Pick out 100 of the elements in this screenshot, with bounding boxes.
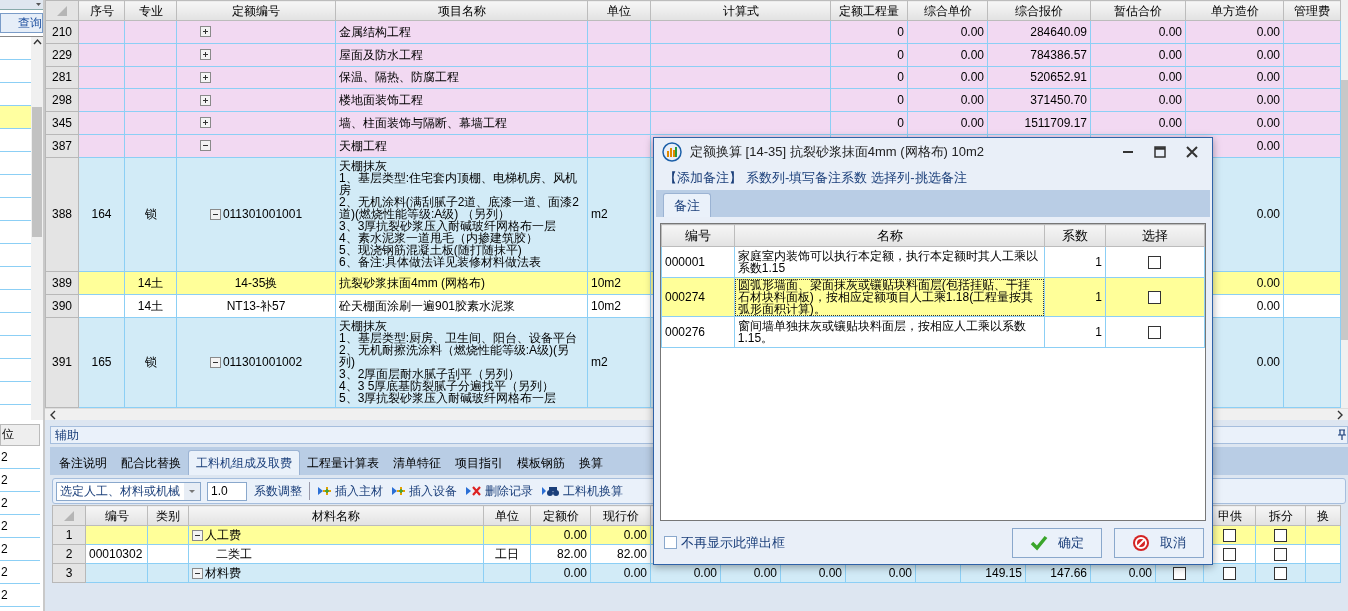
column-header[interactable]: 定额工程量 [830,0,908,21]
table-cell: 窗间墙单独抹灰或镶贴块料面层，按相应人工乘以系数1.15。 [734,316,1045,348]
tab[interactable]: 换算 [572,450,610,475]
checkbox[interactable] [1148,326,1162,340]
pin-icon[interactable] [1337,429,1347,441]
table-row[interactable]: 345 墙、柱面装饰与隔断、幕墙工程 0 0.00 1511709.17 0.00 0.00 [45,111,1341,135]
checkbox[interactable] [1274,548,1287,562]
material-name: 人工费 [205,527,241,544]
checkbox[interactable] [1173,567,1186,581]
cancel-button[interactable]: 取消 [1114,527,1204,558]
table-row[interactable]: 298 楼地面装饰工程 0 0.00 371450.70 0.00 0.00 [45,88,1341,112]
query-button[interactable]: 查询 [0,13,43,33]
checkbox-label[interactable]: 不再显示此弹出框 [681,532,785,553]
column-header[interactable]: 单位 [587,0,651,21]
checkbox[interactable] [1148,291,1162,305]
column-header[interactable]: 换 [1305,505,1341,526]
column-header[interactable]: 单方造价 [1185,0,1284,21]
table-cell: 82.00 [590,544,651,564]
checkbox[interactable] [1223,567,1236,581]
toolbar-button[interactable]: 工料机换算 [540,482,624,500]
column-header[interactable]: 选择 [1105,224,1205,247]
tab[interactable]: 工程量计算表 [300,450,386,475]
ok-button[interactable]: 确定 [1012,527,1102,558]
table-row[interactable]: 000001 家庭室内装饰可以执行本定额，执行本定额时其人工乘以系数1.15 1 [661,246,1205,278]
expand-icon[interactable] [200,117,211,129]
table-cell: 0.00 [1185,111,1284,135]
table-cell: 2 [0,515,40,538]
table-row[interactable]: 210 金属结构工程 0 0.00 284640.09 0.00 0.00 [45,20,1341,44]
checkbox[interactable] [1223,548,1236,562]
column-header[interactable]: 单位 [483,505,531,526]
checkmark-icon [1030,534,1048,551]
toolbar-link[interactable]: 系数列-填写备注系数 [746,168,868,188]
tab[interactable]: 模板钢筋 [510,450,572,475]
table-cell: 14土 [124,271,177,295]
table-cell: 000276 [661,316,735,348]
expand-icon[interactable] [200,49,211,61]
tab[interactable]: 配合比替换 [114,450,188,475]
scrollbar[interactable] [31,37,43,420]
checkbox[interactable] [1274,529,1287,543]
table-cell: 0.00 [590,563,651,583]
toolbar-button[interactable]: 删除记录 [464,482,534,500]
column-header[interactable]: 管理费 [1283,0,1341,21]
column-header[interactable]: 编号 [85,505,148,526]
table-cell: 0.00 [1185,66,1284,89]
table-cell: 1 [1044,277,1106,317]
toolbar-button[interactable]: 插入主材 [316,482,384,500]
expand-icon[interactable] [200,26,211,38]
column-header[interactable]: 项目名称 [335,0,588,21]
column-header[interactable]: 材料名称 [188,505,484,526]
column-header[interactable]: 编号 [661,224,735,247]
tab[interactable]: 备注说明 [52,450,114,475]
tab[interactable]: 项目指引 [448,450,510,475]
expand-icon[interactable] [200,94,211,106]
checkbox[interactable] [1148,256,1162,270]
column-header[interactable]: 系数 [1044,224,1106,247]
column-header[interactable]: 综合报价 [987,0,1091,21]
collapse-icon[interactable] [192,529,203,541]
column-header[interactable]: 位 [0,424,40,446]
table-row[interactable]: 229 屋面及防水工程 0 0.00 784386.57 0.00 0.00 [45,43,1341,66]
checkbox[interactable] [1274,567,1287,581]
table-cell: 0.00 [1090,20,1186,44]
toolbar-link[interactable]: 【添加备注】 [664,168,742,188]
resource-select[interactable]: 选定人工、材料或机械 [56,481,201,501]
scroll-right-icon [1336,409,1344,420]
collapse-icon[interactable] [209,208,221,220]
table-cell: 784386.57 [987,43,1091,66]
close-icon [1186,146,1198,158]
factor-field[interactable]: 1.0 [207,481,247,501]
collapse-icon[interactable] [192,567,203,579]
expand-icon[interactable] [200,71,211,83]
row-number: 210 [45,20,79,44]
column-header[interactable]: 定额编号 [176,0,336,21]
column-header[interactable]: 现行价 [590,505,651,526]
column-header[interactable]: 名称 [734,224,1045,247]
column-header[interactable]: 类别 [147,505,189,526]
column-header[interactable]: 拆分 [1255,505,1306,526]
row-number: 389 [45,271,79,295]
toolbar-button[interactable]: 系数调整 [253,482,303,500]
quota-code: NT13-补57 [226,297,286,315]
insert-icon [391,485,405,497]
toolbar-button[interactable]: 插入设备 [390,482,458,500]
column-header[interactable]: 专业 [124,0,177,21]
tab[interactable]: 清单特征 [386,450,448,475]
table-cell: 00010302 [85,544,148,564]
toolbar-link[interactable]: 选择列-挑选备注 [871,168,967,188]
checkbox[interactable] [664,536,677,549]
checkbox[interactable] [1223,529,1236,543]
collapse-icon[interactable] [200,140,211,152]
tab[interactable]: 工料机组成及取费 [188,450,300,475]
collapse-icon[interactable] [209,356,221,368]
column-header[interactable]: 综合单价 [907,0,988,21]
table-row[interactable]: 000276 窗间墙单独抹灰或镶贴块料面层，按相应人工乘以系数1.15。 1 [661,316,1205,348]
table-row[interactable]: 281 保温、隔热、防腐工程 0 0.00 520652.91 0.00 0.00 [45,66,1341,89]
column-header[interactable]: 暂估合价 [1090,0,1186,21]
column-header[interactable]: 序号 [78,0,125,21]
scroll-up-icon [32,37,42,47]
tab[interactable]: 备注 [663,193,711,217]
column-header[interactable]: 定额价 [530,505,591,526]
column-header[interactable]: 计算式 [650,0,831,21]
material-name: 材料费 [205,565,241,582]
